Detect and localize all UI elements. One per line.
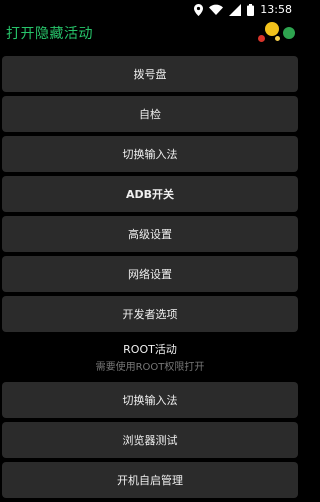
switch-ime-button[interactable]: 切换输入法 <box>2 136 298 172</box>
decor-dot-yellow <box>265 22 279 36</box>
advanced-settings-button[interactable]: 高级设置 <box>2 216 298 252</box>
status-bar: 13:58 <box>0 0 300 20</box>
location-icon <box>194 3 204 16</box>
battery-icon <box>247 3 255 16</box>
status-time: 13:58 <box>260 3 292 16</box>
decor-dot-green <box>283 27 295 39</box>
dialer-button[interactable]: 拨号盘 <box>2 56 298 92</box>
root-section-title: ROOT活动 <box>123 343 177 356</box>
signal-icon <box>229 3 242 16</box>
decor-dot-red <box>258 35 265 42</box>
self-test-button[interactable]: 自检 <box>2 96 298 132</box>
menu-list: 拨号盘 自检 切换输入法 ADB开关 高级设置 网络设置 开发者选项 ROOT活… <box>0 56 300 502</box>
browser-test-button[interactable]: 浏览器测试 <box>2 422 298 458</box>
root-section-subtitle: 需要使用ROOT权限打开 <box>95 362 205 373</box>
page-title: 打开隐藏活动 <box>6 26 93 42</box>
status-icons: 13:58 <box>194 3 292 16</box>
root-section-header: ROOT活动 需要使用ROOT权限打开 <box>0 336 300 378</box>
app-bar: 打开隐藏活动 <box>0 20 300 50</box>
adb-toggle-button[interactable]: ADB开关 <box>2 176 298 212</box>
wifi-icon <box>209 4 224 15</box>
network-settings-button[interactable]: 网络设置 <box>2 256 298 292</box>
root-switch-ime-button[interactable]: 切换输入法 <box>2 382 298 418</box>
boot-autostart-button[interactable]: 开机自启管理 <box>2 462 298 498</box>
developer-options-button[interactable]: 开发者选项 <box>2 296 298 332</box>
decor-dot-small <box>275 36 280 41</box>
